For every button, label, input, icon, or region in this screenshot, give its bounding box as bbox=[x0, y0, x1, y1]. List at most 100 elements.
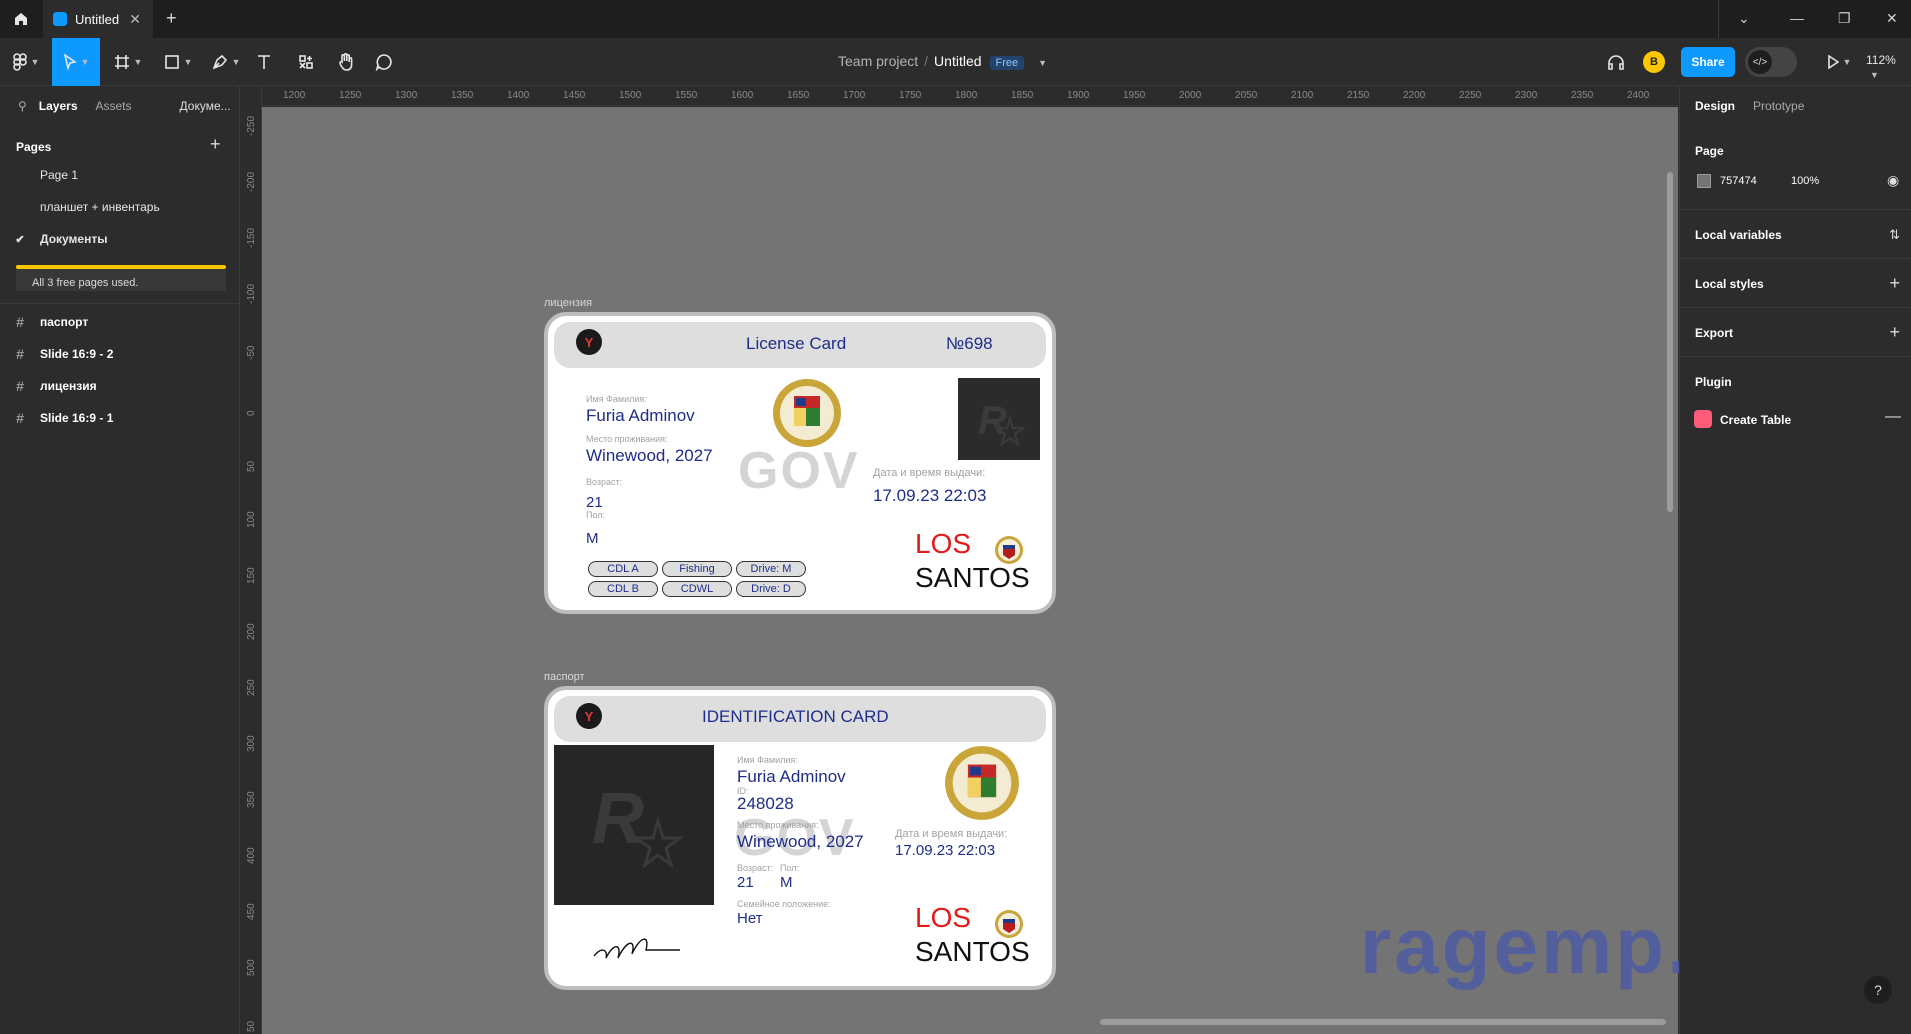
sliders-icon[interactable]: ⇅ bbox=[1889, 227, 1900, 243]
file-name[interactable]: Untitled bbox=[934, 53, 981, 69]
audio-button[interactable] bbox=[1606, 38, 1626, 86]
ruler-tick: 1300 bbox=[395, 90, 418, 101]
frame-label-passport[interactable]: паспорт bbox=[544, 671, 585, 683]
layer-item[interactable]: # лицензия bbox=[0, 370, 239, 402]
los-santos-seal-icon bbox=[945, 746, 1019, 820]
share-button[interactable]: Share bbox=[1681, 47, 1735, 77]
ruler-tick: 400 bbox=[246, 847, 257, 864]
restore-button[interactable]: ❐ bbox=[1838, 10, 1851, 27]
comment-tool[interactable] bbox=[374, 38, 394, 86]
shape-tool[interactable]: ▼ bbox=[158, 38, 198, 86]
id-card[interactable]: Y IDENTIFICATION CARD R GOV Имя Фамилия:… bbox=[544, 686, 1056, 990]
license-badge: CDL B bbox=[588, 581, 658, 597]
layer-item[interactable]: # Slide 16:9 - 2 bbox=[0, 338, 239, 370]
page-item-selected[interactable]: ✔ Документы bbox=[0, 223, 239, 255]
photo-placeholder: R bbox=[958, 378, 1040, 460]
tab-layers[interactable]: Layers bbox=[39, 99, 78, 113]
export-section[interactable]: Export + bbox=[1680, 308, 1911, 357]
home-button[interactable] bbox=[0, 0, 42, 38]
age-label: Возраст: bbox=[586, 477, 623, 487]
move-tool[interactable]: ▼ bbox=[52, 38, 100, 86]
title-bar: Untitled ✕ + ⌄ — ❐ ✕ bbox=[0, 0, 1911, 38]
plugin-name[interactable]: Create Table bbox=[1720, 413, 1791, 427]
zoom-value: 112% bbox=[1866, 53, 1896, 67]
dev-mode-toggle[interactable]: </> bbox=[1745, 47, 1797, 77]
frame-label-license[interactable]: лицензия bbox=[544, 297, 592, 309]
license-badge: CDWL bbox=[662, 581, 732, 597]
add-page-button[interactable]: + bbox=[210, 134, 221, 155]
ruler-tick: -150 bbox=[246, 227, 257, 248]
tab-prototype[interactable]: Prototype bbox=[1753, 99, 1804, 113]
ruler-tick: 200 bbox=[246, 623, 257, 640]
frame-icon: # bbox=[16, 378, 24, 394]
sex-value: М bbox=[586, 530, 599, 547]
canvas[interactable]: лицензия Y License Card №698 GOV R Имя Ф… bbox=[262, 107, 1678, 1034]
local-variables-section[interactable]: Local variables ⇅ bbox=[1680, 210, 1911, 259]
issue-value: 17.09.23 22:03 bbox=[873, 486, 987, 505]
zoom-dropdown[interactable]: 112% ▼ bbox=[1866, 53, 1911, 81]
name-value: Furia Adminov bbox=[586, 406, 695, 425]
name-label: Имя Фамилия: bbox=[586, 394, 647, 404]
text-tool[interactable] bbox=[254, 38, 274, 86]
plus-icon[interactable]: + bbox=[1889, 322, 1900, 343]
close-icon[interactable]: ✕ bbox=[129, 11, 141, 28]
sex-value: М bbox=[780, 874, 793, 891]
rockstar-logo-icon: R bbox=[978, 399, 1026, 447]
ruler-tick: -250 bbox=[246, 115, 257, 136]
search-icon[interactable]: ⚲ bbox=[18, 99, 27, 113]
layer-name: лицензия bbox=[40, 379, 97, 393]
tab-assets[interactable]: Assets bbox=[96, 99, 132, 113]
ruler-tick: 2400 bbox=[1627, 90, 1650, 101]
page-selector[interactable]: Докуме... bbox=[180, 99, 231, 113]
file-tab[interactable]: Untitled ✕ bbox=[43, 0, 153, 38]
minus-icon[interactable]: — bbox=[1885, 408, 1901, 426]
resources-tool[interactable] bbox=[296, 38, 316, 86]
minimize-button[interactable]: — bbox=[1790, 10, 1804, 26]
ruler-left: -250 -200 -150 -100 -50 0 50 100 150 200 250 300 350… bbox=[240, 86, 262, 1034]
section-title: Local variables bbox=[1695, 228, 1782, 242]
close-window-button[interactable]: ✕ bbox=[1886, 10, 1898, 27]
license-badge: Drive: D bbox=[736, 581, 806, 597]
page-opacity-value[interactable]: 100% bbox=[1791, 175, 1819, 187]
chevron-down-icon[interactable]: ▼ bbox=[1038, 58, 1047, 68]
layer-item[interactable]: # Slide 16:9 - 1 bbox=[0, 402, 239, 434]
avatar[interactable]: B bbox=[1643, 51, 1665, 73]
present-button[interactable]: ▼ bbox=[1822, 38, 1856, 86]
ruler-tick: 50 bbox=[246, 460, 257, 472]
pen-tool[interactable]: ▼ bbox=[206, 38, 246, 86]
layer-item[interactable]: # паспорт bbox=[0, 306, 239, 338]
horizontal-scrollbar[interactable] bbox=[1100, 1019, 1666, 1025]
hand-icon bbox=[339, 53, 353, 71]
license-card[interactable]: Y License Card №698 GOV R Имя Фамилия: F… bbox=[544, 312, 1056, 614]
page-color-value[interactable]: 757474 bbox=[1720, 175, 1757, 187]
ruler-tick: 250 bbox=[246, 679, 257, 696]
los-santos-seal-icon bbox=[773, 379, 841, 447]
frame-tool[interactable]: ▼ bbox=[108, 38, 148, 86]
plan-badge: Free bbox=[989, 56, 1025, 70]
gov-watermark: GOV bbox=[738, 442, 860, 500]
ruler-tick: 2150 bbox=[1347, 90, 1370, 101]
page-color-swatch[interactable] bbox=[1697, 174, 1711, 188]
main-menu-button[interactable]: ▼ bbox=[6, 38, 46, 86]
age-value: 21 bbox=[586, 494, 603, 511]
local-styles-section[interactable]: Local styles + bbox=[1680, 259, 1911, 308]
ruler-tick: 1950 bbox=[1123, 90, 1146, 101]
vertical-scrollbar[interactable] bbox=[1667, 172, 1673, 512]
marital-label: Семейное положение: bbox=[737, 899, 831, 909]
right-panel-tabs: Design Prototype bbox=[1680, 86, 1911, 126]
new-tab-button[interactable]: + bbox=[166, 8, 177, 29]
project-name[interactable]: Team project bbox=[838, 53, 918, 69]
rectangle-icon bbox=[164, 55, 179, 69]
help-button[interactable]: ? bbox=[1864, 976, 1892, 1004]
page-item[interactable]: планшет + инвентарь bbox=[0, 191, 239, 223]
hand-tool[interactable] bbox=[336, 38, 356, 86]
chevron-down-icon[interactable]: ⌄ bbox=[1738, 10, 1750, 27]
plus-icon[interactable]: + bbox=[1889, 273, 1900, 294]
y-logo-icon: Y bbox=[576, 329, 602, 355]
page-item[interactable]: Page 1 bbox=[0, 159, 239, 191]
eye-icon[interactable]: ◉ bbox=[1887, 172, 1899, 189]
tab-design[interactable]: Design bbox=[1695, 99, 1735, 113]
ruler-tick: 50 bbox=[246, 1020, 257, 1032]
rockstar-logo-icon: R bbox=[592, 779, 685, 870]
sex-label: Пол: bbox=[586, 510, 606, 520]
